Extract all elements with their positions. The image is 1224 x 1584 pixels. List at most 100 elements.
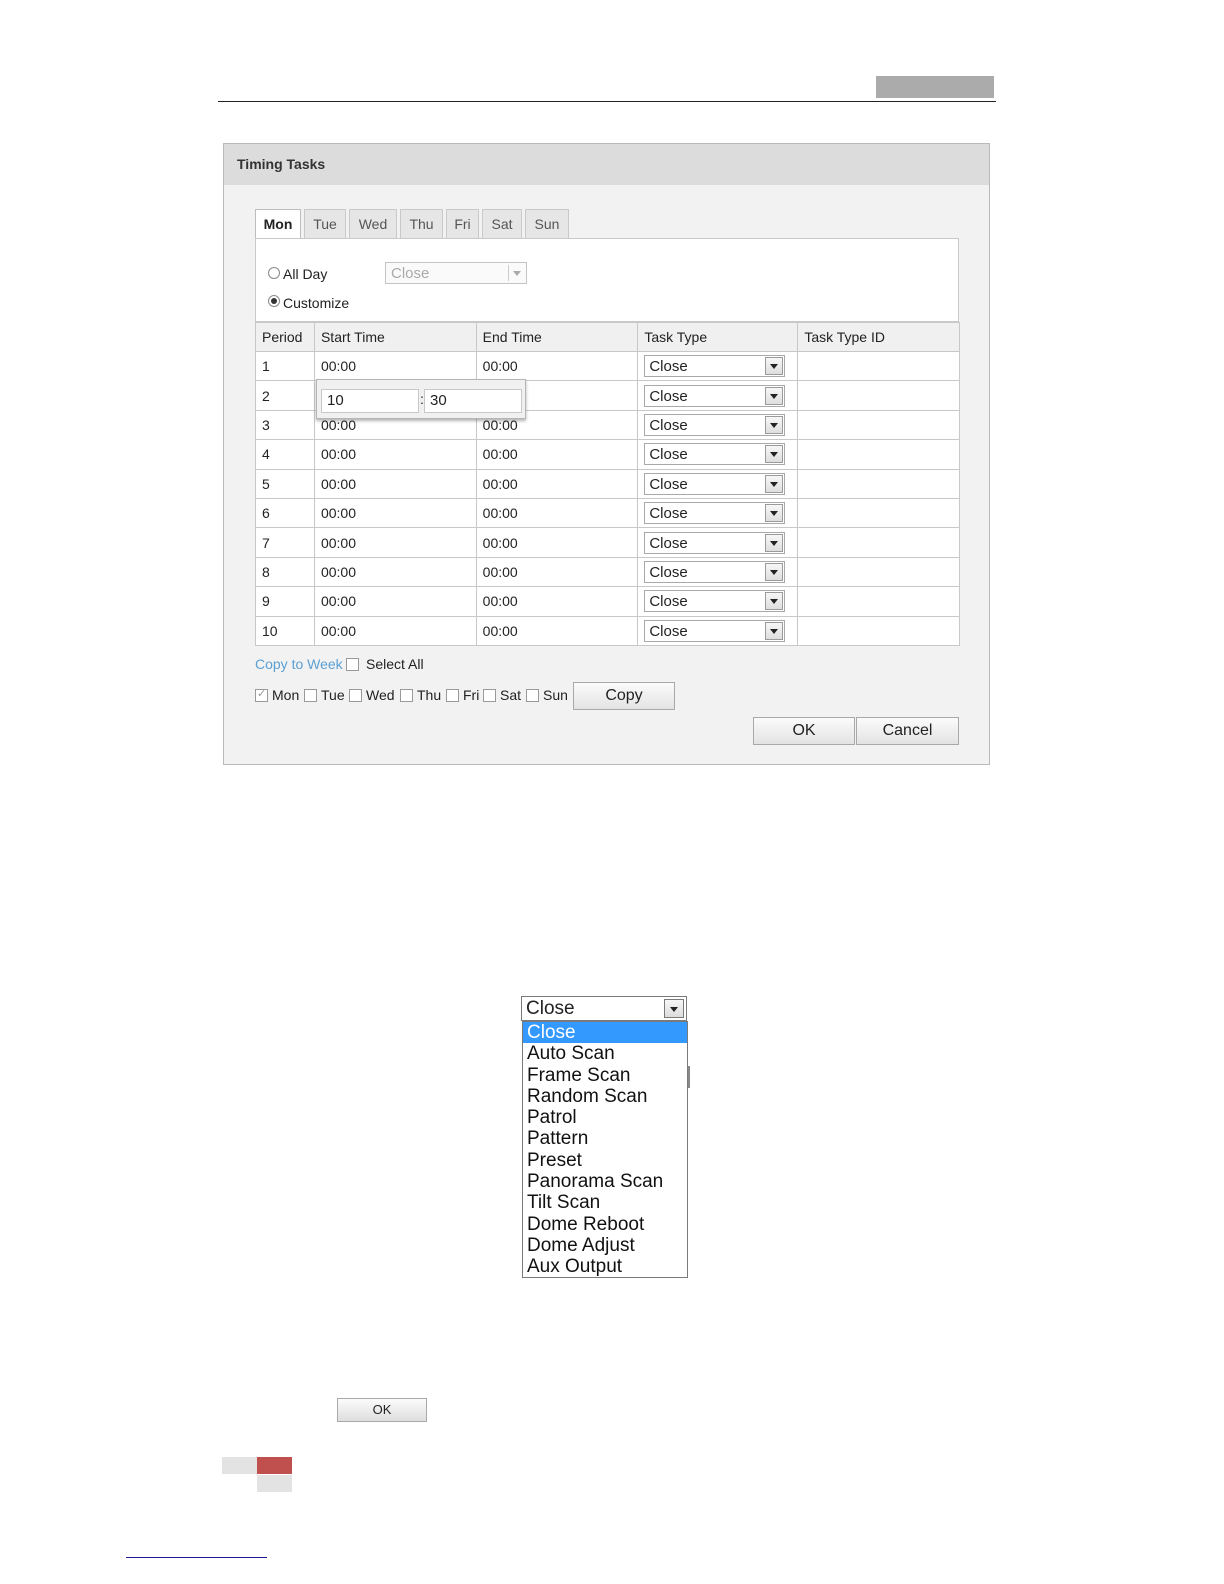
tab-mon[interactable]: Mon bbox=[255, 209, 301, 239]
task-type-dropdown[interactable]: Close bbox=[644, 443, 786, 466]
customize-radio[interactable] bbox=[268, 295, 280, 307]
chevron-down-icon[interactable] bbox=[765, 445, 784, 464]
end-time-cell[interactable]: 00:00 bbox=[475, 468, 639, 499]
end-time-cell[interactable]: 00:00 bbox=[475, 350, 639, 382]
copy-day-checkbox-thu[interactable] bbox=[400, 689, 413, 702]
task-type-id-cell[interactable] bbox=[797, 497, 960, 529]
start-time-cell[interactable]: 00:00 bbox=[313, 497, 477, 529]
dropdown-option[interactable]: Tilt Scan bbox=[523, 1192, 687, 1213]
ok-button[interactable]: OK bbox=[753, 717, 855, 745]
task-type-id-cell[interactable] bbox=[797, 556, 960, 588]
task-type-dropdown[interactable]: Close bbox=[644, 619, 786, 642]
end-time-cell[interactable]: 00:00 bbox=[475, 556, 639, 588]
copy-day-checkbox-sat[interactable] bbox=[483, 689, 496, 702]
tab-wed[interactable]: Wed bbox=[349, 209, 397, 238]
task-type-dropdown[interactable]: Close bbox=[644, 355, 786, 378]
footer-accent-block bbox=[257, 1457, 292, 1474]
chevron-down-icon[interactable] bbox=[765, 621, 784, 640]
start-time-cell[interactable]: 00:00 bbox=[313, 556, 477, 588]
dropdown-option[interactable]: Auto Scan bbox=[523, 1043, 687, 1064]
dropdown-option[interactable]: Aux Output bbox=[523, 1256, 687, 1277]
task-type-dropdown[interactable]: Close bbox=[644, 502, 786, 525]
dropdown-option[interactable]: Panorama Scan bbox=[523, 1171, 687, 1192]
start-time-cell[interactable]: 00:00 bbox=[313, 615, 477, 646]
dropdown-option[interactable]: Dome Reboot bbox=[523, 1214, 687, 1235]
end-time-cell[interactable]: 00:00 bbox=[475, 497, 639, 529]
all-day-task-value: Close bbox=[391, 265, 430, 282]
copy-day-label: Wed bbox=[366, 687, 395, 703]
task-type-value: Close bbox=[649, 387, 688, 405]
col-header-end-time: End Time bbox=[475, 322, 639, 352]
start-time-cell[interactable]: 00:00 bbox=[313, 468, 477, 499]
copy-day-checkbox-fri[interactable] bbox=[446, 689, 459, 702]
chevron-down-icon[interactable] bbox=[765, 357, 784, 376]
end-time-cell[interactable]: 00:00 bbox=[475, 439, 639, 470]
dropdown-option[interactable]: Dome Adjust bbox=[523, 1235, 687, 1256]
chevron-down-icon[interactable] bbox=[765, 562, 784, 581]
task-type-dropdown[interactable]: Close bbox=[644, 413, 786, 436]
table-row: 1 00:00 00:00 Close bbox=[255, 350, 960, 382]
tab-thu[interactable]: Thu bbox=[400, 209, 443, 238]
task-type-id-cell[interactable] bbox=[797, 350, 960, 382]
chevron-down-icon[interactable] bbox=[765, 533, 784, 552]
schedule-table: Period Start Time End Time Task Type Tas… bbox=[255, 322, 960, 646]
chevron-down-icon[interactable] bbox=[765, 592, 784, 611]
all-day-radio[interactable] bbox=[268, 267, 280, 279]
copy-button[interactable]: Copy bbox=[573, 682, 675, 710]
table-row: 4 00:00 00:00 Close bbox=[255, 439, 960, 470]
chevron-down-icon[interactable] bbox=[765, 386, 784, 405]
start-time-cell[interactable]: 00:00 bbox=[313, 439, 477, 470]
task-type-dropdown[interactable]: Close bbox=[644, 531, 786, 554]
task-type-id-cell[interactable] bbox=[797, 527, 960, 558]
col-header-start-time: Start Time bbox=[313, 322, 477, 352]
task-type-dropdown[interactable]: Close bbox=[644, 590, 786, 613]
end-time-cell[interactable]: 00:00 bbox=[475, 615, 639, 646]
task-type-dropdown[interactable]: Close bbox=[644, 384, 786, 407]
task-type-id-cell[interactable] bbox=[797, 586, 960, 617]
tab-sun[interactable]: Sun bbox=[525, 209, 569, 238]
task-type-cell: Close bbox=[637, 556, 799, 588]
cancel-button[interactable]: Cancel bbox=[856, 717, 959, 745]
task-type-dropdown[interactable]: Close bbox=[644, 560, 786, 583]
start-time-cell[interactable]: 00:00 bbox=[313, 350, 477, 382]
dialog-title: Timing Tasks bbox=[237, 156, 326, 172]
minute-input[interactable]: 30 bbox=[424, 389, 522, 413]
dropdown-option[interactable]: Random Scan bbox=[523, 1086, 687, 1107]
ok-small-button[interactable]: OK bbox=[337, 1398, 427, 1422]
chevron-down-icon[interactable] bbox=[765, 415, 784, 434]
task-type-id-cell[interactable] bbox=[797, 468, 960, 499]
dropdown-option[interactable]: Preset bbox=[523, 1150, 687, 1171]
task-type-id-cell[interactable] bbox=[797, 439, 960, 470]
start-time-cell[interactable]: 00:00 bbox=[313, 527, 477, 558]
tab-fri[interactable]: Fri bbox=[446, 209, 479, 238]
dropdown-option[interactable]: Frame Scan bbox=[523, 1065, 687, 1086]
copy-day-checkbox-mon[interactable] bbox=[255, 687, 268, 702]
copy-day-checkbox-sun[interactable] bbox=[526, 689, 539, 702]
task-type-cell: Close bbox=[637, 380, 799, 411]
period-cell: 5 bbox=[255, 468, 315, 499]
copy-day-checkbox-tue[interactable] bbox=[304, 689, 317, 702]
copy-day-checkbox-wed[interactable] bbox=[349, 689, 362, 702]
hour-input[interactable]: 10 bbox=[321, 389, 419, 413]
dropdown-option[interactable]: Pattern bbox=[523, 1128, 687, 1149]
task-type-select[interactable]: Close bbox=[521, 996, 687, 1021]
chevron-down-icon bbox=[508, 265, 524, 281]
end-time-cell[interactable]: 00:00 bbox=[475, 527, 639, 558]
task-type-id-cell[interactable] bbox=[797, 615, 960, 646]
dropdown-option[interactable]: Patrol bbox=[523, 1107, 687, 1128]
task-type-id-cell[interactable] bbox=[797, 409, 960, 441]
dropdown-option[interactable]: Close bbox=[523, 1022, 687, 1044]
tab-sat[interactable]: Sat bbox=[482, 209, 522, 238]
select-all-checkbox[interactable] bbox=[346, 658, 359, 671]
end-time-cell[interactable]: 00:00 bbox=[475, 586, 639, 617]
chevron-down-icon[interactable] bbox=[664, 999, 684, 1018]
time-picker-popup: 10 : 30 bbox=[316, 379, 526, 419]
chevron-down-icon[interactable] bbox=[765, 504, 784, 523]
start-time-cell[interactable]: 00:00 bbox=[313, 586, 477, 617]
chevron-down-icon[interactable] bbox=[765, 474, 784, 493]
copy-to-week-link[interactable]: Copy to Week bbox=[255, 656, 343, 672]
copy-day-label: Sat bbox=[500, 687, 522, 703]
tab-tue[interactable]: Tue bbox=[304, 209, 346, 238]
task-type-id-cell[interactable] bbox=[797, 380, 960, 411]
task-type-dropdown[interactable]: Close bbox=[644, 472, 786, 495]
